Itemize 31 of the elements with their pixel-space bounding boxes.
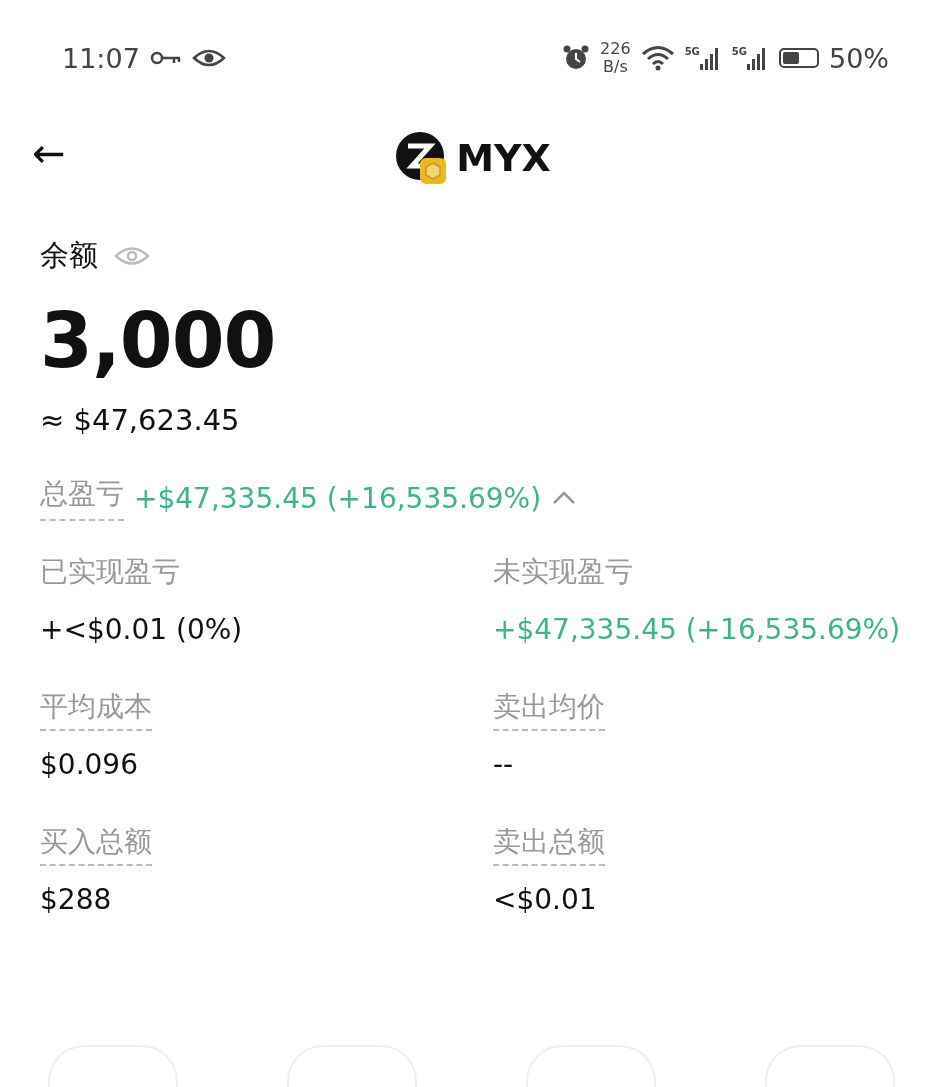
stat-label: 平均成本 [40, 690, 152, 731]
status-time: 11:07 [62, 42, 140, 74]
network-type: 5G [684, 46, 700, 57]
stat-value: <$0.01 [493, 883, 598, 916]
alarm-icon [562, 44, 591, 72]
battery-icon [779, 48, 819, 68]
eye-icon[interactable] [114, 245, 150, 267]
net-unit: B/s [603, 58, 628, 76]
stat-label: 买入总额 [40, 825, 152, 866]
token-title: MYX [456, 136, 551, 180]
stat-value: $0.096 [40, 748, 139, 781]
balance-label: 余额 [40, 237, 98, 274]
balance-amount: 3,000 [40, 296, 277, 385]
stat-value: +<$0.01 (0%) [40, 613, 244, 646]
fiat-value: ≈ $47,623.45 [40, 403, 241, 437]
stat-value: $288 [40, 883, 113, 916]
eye-icon [191, 48, 226, 68]
total-pnl-value: +$47,335.45 (+16,535.69%) [134, 481, 542, 515]
stat-label: 卖出总额 [493, 825, 605, 866]
stat-label: 卖出均价 [493, 690, 605, 731]
total-pnl-label: 总盈亏 [40, 475, 124, 521]
wifi-icon [640, 45, 675, 71]
stat-value: +$47,335.45 (+16,535.69%) [493, 613, 902, 646]
back-button[interactable]: ← [32, 130, 66, 176]
battery-percent: 50% [829, 42, 889, 74]
key-icon [149, 50, 182, 66]
net-speed: 226 [600, 40, 631, 58]
stat-label: 未实现盈亏 [493, 555, 633, 588]
network-type: 5G [731, 46, 747, 57]
stat-value: -- [493, 748, 515, 781]
stat-label: 已实现盈亏 [40, 555, 180, 588]
